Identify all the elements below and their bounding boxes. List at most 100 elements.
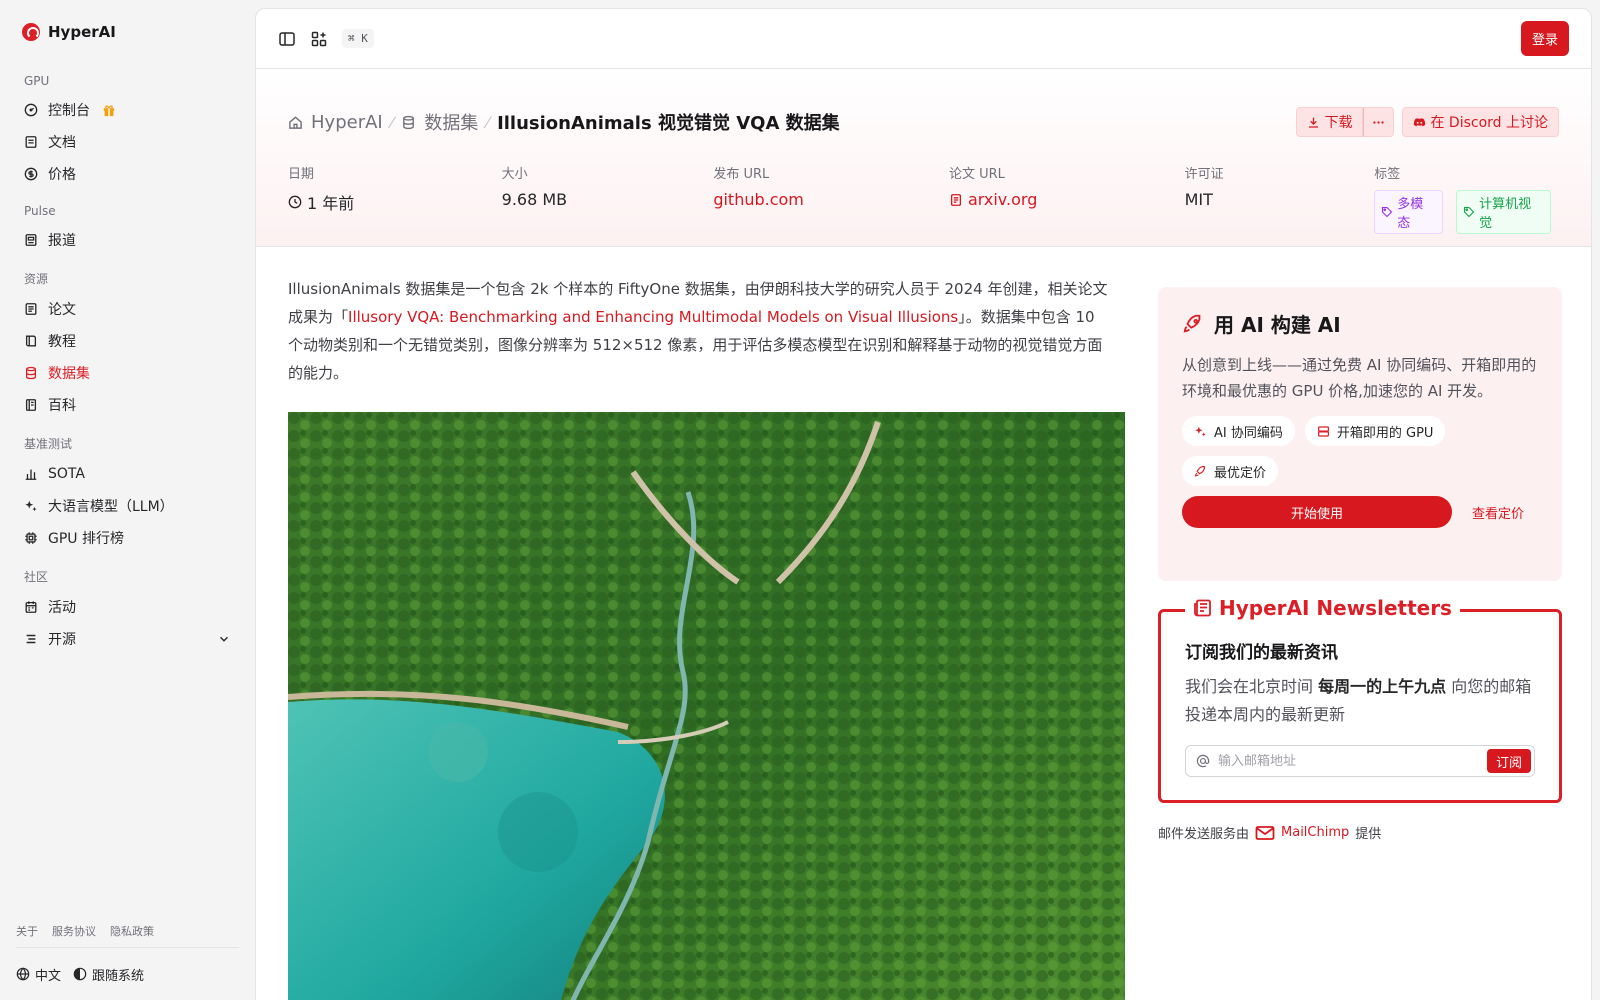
promo-chips: AI 协同编码 开箱即用的 GPU 最优定价: [1182, 416, 1538, 486]
clock-icon: [288, 195, 302, 209]
brand[interactable]: HyperAI: [16, 0, 239, 64]
dollar-icon: [24, 167, 38, 181]
subscribe-form: 订阅: [1185, 745, 1535, 777]
tag-label: 计算机视觉: [1479, 197, 1532, 231]
meta-date: 日期 1 年前: [288, 163, 502, 234]
mailchimp-link[interactable]: MailChimp: [1255, 825, 1349, 841]
book-icon: [24, 334, 38, 348]
command-shortcut[interactable]: ⌘ K: [342, 29, 374, 48]
sidebar-item-docs[interactable]: 文档: [16, 126, 239, 158]
paper-url-link[interactable]: arxiv.org: [949, 190, 1185, 209]
start-button[interactable]: 开始使用: [1182, 496, 1452, 528]
meta-label: 标签: [1374, 167, 1401, 182]
apps-grid-icon[interactable]: [310, 30, 328, 48]
breadcrumb: HyperAI ⁄ 数据集 ⁄ IllusionAnimals 视觉错觉 VQA…: [288, 109, 840, 135]
chip-label: 开箱即用的 GPU: [1336, 425, 1434, 441]
paper-link[interactable]: Illusory VQA: Benchmarking and Enhancing…: [348, 308, 958, 326]
chip-gpu: 开箱即用的 GPU: [1304, 416, 1446, 446]
download-group: 下载: [1296, 107, 1395, 137]
sidebar-footer: 关于 服务协议 隐私政策 中文 跟随系统: [16, 923, 239, 1000]
breadcrumb-home[interactable]: HyperAI: [311, 112, 383, 133]
theme-icon: [73, 967, 87, 981]
size-value: 9.68 MB: [501, 190, 568, 209]
publish-url-link[interactable]: github.com: [713, 190, 949, 209]
breadcrumb-separator: ⁄: [390, 112, 394, 132]
meta-size: 大小 9.68 MB: [502, 163, 714, 234]
dataset-description: IllusionAnimals 数据集是一个包含 2k 个样本的 FiftyOn…: [288, 275, 1108, 387]
language-switcher[interactable]: 中文: [16, 965, 61, 984]
server-icon: [1317, 425, 1329, 437]
meta-paper-url: 论文 URL arxiv.org: [949, 163, 1185, 234]
database-icon: [24, 366, 38, 380]
sidebar-item-events[interactable]: 活动: [16, 591, 239, 623]
sidebar-item-llm[interactable]: 大语言模型（LLM）: [16, 490, 239, 522]
view-pricing-link[interactable]: 查看定价: [1472, 503, 1524, 522]
sidebar-item-sota[interactable]: SOTA: [16, 458, 239, 490]
dataset-cover-image: [288, 412, 1125, 1000]
gift-icon: [103, 105, 115, 117]
chart-icon: [24, 467, 38, 481]
paper-icon: [950, 193, 961, 206]
download-label: 下载: [1324, 115, 1353, 131]
newsletter-title: 订阅我们的最新资讯: [1185, 643, 1338, 663]
theme-switcher[interactable]: 跟随系统: [73, 965, 144, 984]
meta-tags: 标签 多模态 计算机视觉: [1374, 163, 1559, 234]
sparkle-icon: [1195, 426, 1206, 436]
sidebar-item-label: 教程: [48, 334, 76, 350]
chevron-down-icon[interactable]: [217, 632, 231, 646]
sidebar-item-datasets[interactable]: 数据集: [16, 357, 239, 389]
tag-multimodal[interactable]: 多模态: [1374, 190, 1444, 234]
tag-icon: [1464, 206, 1475, 218]
dataset-actions: 下载 在 Discord 上讨论: [1296, 107, 1559, 137]
sidebar-item-pricing[interactable]: 价格: [16, 158, 239, 190]
nav-section-benchmarks: 基准测试: [24, 437, 73, 451]
theme-label: 跟随系统: [92, 968, 145, 984]
chip-label: AI 协同编码: [1214, 425, 1283, 441]
discord-button[interactable]: 在 Discord 上讨论: [1402, 107, 1559, 137]
more-options-button[interactable]: [1363, 107, 1395, 137]
tag-label: 多模态: [1397, 197, 1424, 231]
sidebar-item-news[interactable]: 报道: [16, 224, 239, 256]
footer-link-terms[interactable]: 服务协议: [52, 923, 96, 939]
sidebar-item-label: 论文: [48, 302, 76, 318]
breadcrumb-datasets[interactable]: 数据集: [424, 109, 478, 135]
subscribe-button[interactable]: 订阅: [1486, 749, 1531, 773]
tag-computer-vision[interactable]: 计算机视觉: [1456, 190, 1551, 234]
sidebar-item-label: 开源: [48, 632, 76, 648]
rocket-icon: [1194, 465, 1205, 477]
meta-date-value: 1 年前: [288, 190, 502, 214]
sidebar-item-label: 百科: [48, 398, 76, 414]
dataset-content: IllusionAnimals 数据集是一个包含 2k 个样本的 FiftyOn…: [256, 247, 1591, 1000]
sidebar-item-label: 数据集: [48, 366, 90, 382]
sidebar: HyperAI GPU 控制台 文档 价格 Pulse 报道 资源 论文 教程 …: [0, 0, 255, 1000]
sidebar-item-tutorials[interactable]: 教程: [16, 325, 239, 357]
sidebar-item-open-source[interactable]: 开源: [16, 623, 239, 655]
sidebar-item-wiki[interactable]: 百科: [16, 389, 239, 421]
powered-text: 邮件发送服务由: [1158, 827, 1250, 842]
download-button[interactable]: 下载: [1296, 107, 1364, 137]
email-input[interactable]: [1218, 753, 1487, 769]
meta-label: 日期: [288, 167, 315, 182]
newsletter-body-text: 我们会在北京时间: [1185, 677, 1319, 696]
sidebar-item-label: 大语言模型（LLM）: [48, 499, 174, 515]
meta-label: 大小: [501, 167, 528, 182]
dataset-meta: 日期 1 年前 大小 9.68 MB 发布 URL github.com 论文 …: [288, 163, 1559, 234]
newspaper-icon: [1194, 599, 1211, 617]
sidebar-item-label: 文档: [48, 135, 76, 151]
login-button[interactable]: 登录: [1520, 21, 1569, 56]
sidebar-toggle-icon[interactable]: [278, 30, 296, 48]
sidebar-item-papers[interactable]: 论文: [16, 293, 239, 325]
paper-icon: [24, 302, 38, 316]
tag-icon: [1382, 206, 1393, 218]
mail-icon: [1255, 825, 1275, 840]
meta-label: 许可证: [1184, 167, 1224, 182]
list-icon: [24, 632, 38, 646]
sidebar-item-console[interactable]: 控制台: [16, 94, 239, 126]
discord-icon: [1414, 117, 1426, 126]
footer-link-about[interactable]: 关于: [16, 923, 38, 939]
date-value: 1 年前: [307, 194, 355, 213]
sidebar-item-gpu-leaderboard[interactable]: GPU 排行榜: [16, 522, 239, 554]
footer-link-privacy[interactable]: 隐私政策: [110, 923, 154, 939]
calendar-icon: [24, 600, 38, 614]
chip-icon: [24, 531, 38, 545]
